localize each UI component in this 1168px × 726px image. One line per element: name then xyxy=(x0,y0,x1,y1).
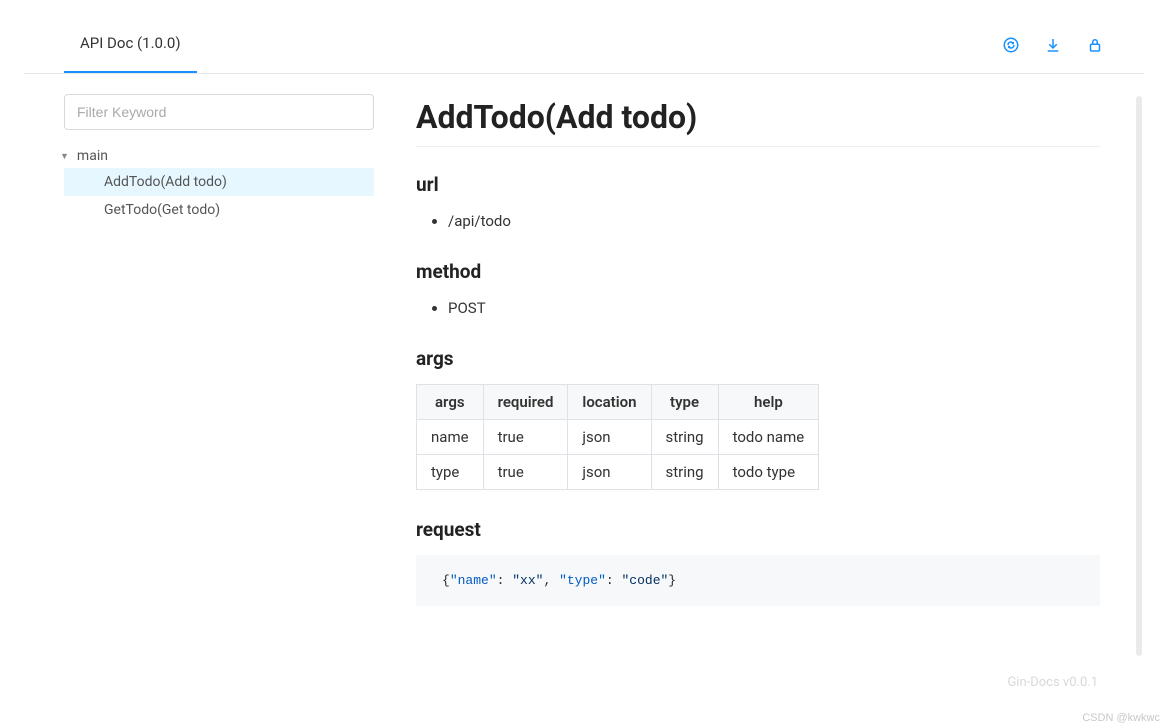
tree-items: AddTodo(Add todo) GetTodo(Get todo) xyxy=(64,168,374,224)
lock-icon[interactable] xyxy=(1086,36,1104,54)
cell: todo type xyxy=(718,455,819,490)
url-value: /api/todo xyxy=(448,210,1100,232)
doc-title: AddTodo(Add todo) xyxy=(416,98,1100,147)
table-header-row: args required location type help xyxy=(417,385,819,420)
th-location: location xyxy=(568,385,651,420)
footer-version: Gin-Docs v0.0.1 xyxy=(1007,675,1098,690)
section-url: url /api/todo xyxy=(416,173,1100,232)
header-tabs: API Doc (1.0.0) xyxy=(64,16,197,73)
tree-group-main[interactable]: ▼ main xyxy=(64,144,374,168)
download-icon[interactable] xyxy=(1044,36,1062,54)
th-required: required xyxy=(483,385,568,420)
body: ▼ main AddTodo(Add todo) GetTodo(Get tod… xyxy=(24,74,1144,710)
section-request: request {"name": "xx", "type": "code"} xyxy=(416,518,1100,606)
caret-down-icon: ▼ xyxy=(60,151,69,162)
cell: json xyxy=(568,455,651,490)
tab-api-doc[interactable]: API Doc (1.0.0) xyxy=(64,29,197,73)
th-args: args xyxy=(417,385,484,420)
cell: todo name xyxy=(718,420,819,455)
header-actions xyxy=(1002,36,1104,54)
cell: string xyxy=(651,455,718,490)
request-code: {"name": "xx", "type": "code"} xyxy=(416,555,1100,606)
section-heading-url: url xyxy=(416,173,1100,196)
method-value: POST xyxy=(448,297,1100,319)
cell: json xyxy=(568,420,651,455)
scrollbar[interactable] xyxy=(1136,96,1142,656)
cell: string xyxy=(651,420,718,455)
section-heading-method: method xyxy=(416,260,1100,283)
tree-group-label: main xyxy=(77,148,108,164)
header: API Doc (1.0.0) xyxy=(24,16,1144,74)
section-args: args args required location type help xyxy=(416,347,1100,490)
cell: true xyxy=(483,455,568,490)
cell: type xyxy=(417,455,484,490)
nav-tree: ▼ main AddTodo(Add todo) GetTodo(Get tod… xyxy=(64,144,374,224)
content: AddTodo(Add todo) url /api/todo method P… xyxy=(398,74,1144,710)
table-row: type true json string todo type xyxy=(417,455,819,490)
watermark: CSDN @kwkwc xyxy=(1082,712,1160,724)
tree-item-gettodo[interactable]: GetTodo(Get todo) xyxy=(64,196,374,224)
tree-item-addtodo[interactable]: AddTodo(Add todo) xyxy=(64,168,374,196)
args-table: args required location type help name tr… xyxy=(416,384,819,490)
refresh-icon[interactable] xyxy=(1002,36,1020,54)
table-row: name true json string todo name xyxy=(417,420,819,455)
th-type: type xyxy=(651,385,718,420)
cell: true xyxy=(483,420,568,455)
section-heading-args: args xyxy=(416,347,1100,370)
th-help: help xyxy=(718,385,819,420)
filter-input[interactable] xyxy=(64,94,374,130)
section-heading-request: request xyxy=(416,518,1100,541)
cell: name xyxy=(417,420,484,455)
sidebar: ▼ main AddTodo(Add todo) GetTodo(Get tod… xyxy=(24,74,398,710)
section-method: method POST xyxy=(416,260,1100,319)
